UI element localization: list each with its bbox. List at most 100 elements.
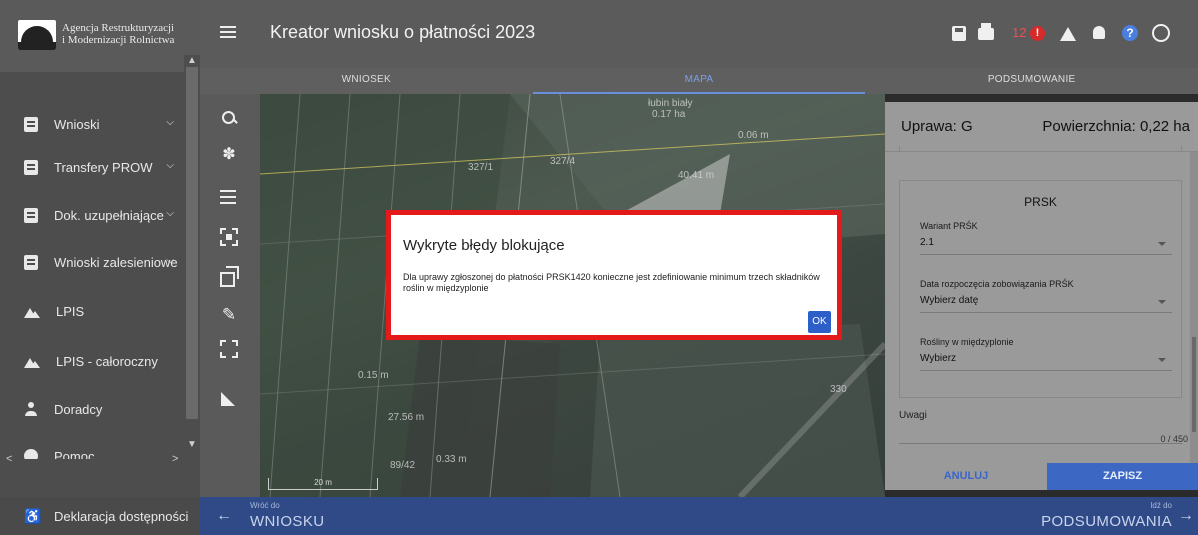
chevron-down-icon: ⌵	[166, 208, 174, 219]
accessibility-declaration-label: Deklaracja dostępności	[54, 508, 189, 524]
search-icon[interactable]	[220, 109, 238, 127]
blocking-errors-dialog: Wykryte błędy blokujące Dla uprawy zgłos…	[386, 210, 842, 340]
scroll-right-icon[interactable]: >	[172, 453, 178, 465]
mountain-icon	[24, 358, 40, 368]
save-icon[interactable]	[952, 26, 966, 41]
tab-mapa[interactable]: MAPA	[532, 68, 866, 94]
logo-mark-icon	[18, 20, 56, 50]
map-label: 327/4	[550, 156, 576, 167]
sidebar-item-label: Doradcy	[54, 401, 103, 417]
field-value: Wybierz	[920, 353, 957, 364]
copy-geometry-icon[interactable]	[220, 266, 239, 287]
map-label: 0.33 m	[436, 454, 467, 465]
tab-bar: WNIOSEK MAPA PODSUMOWANIE	[200, 68, 1198, 94]
scroll-left-icon[interactable]: <	[6, 453, 12, 465]
agency-logo[interactable]: Agencja Restrukturyzacji i Modernizacji …	[0, 0, 200, 72]
prsk-start-date-select[interactable]: Data rozpoczęcia zobowiązania PRŚK Wybie…	[920, 279, 1172, 313]
scroll-down-icon[interactable]: ▼	[187, 439, 197, 450]
sidebar-item-lpis-caloroczny[interactable]: LPIS - całoroczny	[0, 341, 184, 381]
prsk-variant-select[interactable]: Wariant PRŚK 2.1	[920, 221, 1172, 255]
frame-select-icon[interactable]	[220, 340, 238, 358]
area-label: Powierzchnia: 0,22 ha	[1042, 118, 1190, 135]
scroll-up-icon[interactable]: ▲	[187, 55, 197, 66]
scrollbar-thumb[interactable]	[186, 67, 198, 419]
help-icon[interactable]: ?	[1122, 25, 1138, 41]
field-value: 2.1	[920, 237, 934, 248]
arrow-left-icon[interactable]: ←	[216, 507, 232, 525]
error-alert-icon[interactable]: !	[1030, 26, 1045, 41]
bell-icon[interactable]	[1093, 26, 1105, 39]
sidebar-item-doradcy[interactable]: Doradcy	[0, 389, 184, 429]
back-caption: Wróć do	[250, 501, 280, 510]
prsk-section-title: PRSK	[1024, 195, 1057, 209]
tab-podsumowanie[interactable]: PODSUMOWANIE	[865, 68, 1198, 94]
go-to-summary-button[interactable]: PODSUMOWANIA	[1041, 513, 1172, 530]
plant-icon[interactable]: ✽	[220, 144, 238, 163]
page-title: Kreator wniosku o płatności 2023	[270, 22, 536, 42]
catch-crop-plants-select[interactable]: Rośliny w międzyplonie Wybierz	[920, 337, 1172, 371]
sidebar-item-transfery-prow[interactable]: Transfery PROW ⌵	[0, 147, 184, 187]
hamburger-menu-icon[interactable]	[220, 26, 236, 38]
print-icon[interactable]	[978, 23, 994, 40]
bottom-navigation-bar: ← Wróć do WNIOSKU Idź do PODSUMOWANIA →	[200, 497, 1198, 535]
user-account-icon[interactable]	[1152, 24, 1170, 42]
prsk-section: PRSK Wariant PRŚK 2.1 Data rozpoczęcia z…	[899, 180, 1182, 398]
sidebar-item-label: Wnioski	[54, 116, 100, 132]
dropdown-arrow-icon	[1158, 358, 1166, 362]
ok-button[interactable]: OK	[808, 311, 831, 333]
measure-icon[interactable]	[220, 389, 238, 407]
crop-details-panel: Uprawa: G Powierzchnia: 0,22 ha PRSK War…	[885, 102, 1198, 490]
map-label: 27.56 m	[388, 412, 425, 423]
clipboard-icon	[24, 116, 38, 132]
scrollbar-thumb[interactable]	[1192, 337, 1196, 432]
accessibility-declaration-link[interactable]: ♿ Deklaracja dostępności	[0, 497, 200, 535]
sidebar-item-label: Transfery PROW	[54, 159, 153, 175]
field-label: Rośliny w międzyplonie	[920, 337, 1014, 347]
chevron-down-icon: ⌵	[166, 117, 174, 128]
panel-scrollbar[interactable]	[1190, 152, 1198, 463]
sidebar-item-label: Wnioski zalesieniowe	[54, 254, 178, 270]
cancel-button[interactable]: ANULUJ	[885, 463, 1047, 490]
pencil-icon[interactable]: ✎	[220, 305, 238, 324]
notes-field[interactable]: Uwagi	[899, 410, 1182, 444]
map-label: 89/42	[390, 460, 416, 471]
error-count-badge[interactable]: 12	[1012, 24, 1026, 42]
accessibility-icon: ♿	[24, 507, 42, 524]
dialog-message: Dla uprawy zgłoszonej do płatności PRSK1…	[403, 272, 820, 293]
tab-wniosek[interactable]: WNIOSEK	[200, 68, 533, 94]
list-icon[interactable]	[220, 188, 238, 206]
dropdown-arrow-icon	[1158, 242, 1166, 246]
top-bar: Kreator wniosku o płatności 2023 12 ! ?	[200, 0, 1198, 68]
sidebar-item-lpis[interactable]: LPIS	[0, 291, 184, 331]
map-label: 40.41 m	[678, 170, 715, 181]
map-label: 330	[830, 384, 847, 395]
map-label: 327/1	[468, 162, 494, 173]
sidebar-horizontal-scrollbar[interactable]: < >	[0, 453, 184, 469]
sidebar: Agencja Restrukturyzacji i Modernizacji …	[0, 0, 200, 535]
map-toolbar: ✽ ✎	[200, 94, 260, 497]
sidebar-scrollbar[interactable]: ▲ ▼	[184, 55, 200, 450]
notes-char-counter: 0 / 450	[1160, 434, 1188, 444]
mountain-icon	[24, 308, 40, 318]
sidebar-item-wnioski-zalesieniowe[interactable]: Wnioski zalesieniowe ⌵	[0, 242, 184, 282]
arrow-right-icon[interactable]: →	[1178, 507, 1194, 525]
select-area-icon[interactable]	[220, 228, 238, 246]
chevron-down-icon: ⌵	[166, 160, 174, 171]
map-label: 0.15 m	[358, 370, 389, 381]
map-scale-bar: 20 m	[268, 478, 378, 490]
warning-icon[interactable]	[1060, 27, 1076, 41]
save-button[interactable]: ZAPISZ	[1047, 463, 1198, 490]
back-to-application-button[interactable]: WNIOSKU	[250, 513, 324, 530]
field-label: Wariant PRŚK	[920, 221, 978, 231]
map-label: 0.06 m	[738, 130, 769, 141]
sidebar-item-wnioski[interactable]: Wnioski ⌵	[0, 104, 184, 144]
next-caption: Idź do	[1150, 501, 1172, 510]
sidebar-item-label: Dok. uzupełniające	[54, 207, 164, 223]
sidebar-item-dok-uzupelniajace[interactable]: Dok. uzupełniające ⌵	[0, 195, 184, 235]
dropdown-arrow-icon	[1158, 300, 1166, 304]
field-label: Data rozpoczęcia zobowiązania PRŚK	[920, 279, 1074, 289]
chevron-down-icon: ⌵	[166, 255, 174, 266]
previous-field-box	[899, 146, 1182, 152]
sidebar-item-label: LPIS	[56, 303, 85, 319]
logo-text-line1: Agencja Restrukturyzacji	[62, 22, 175, 34]
